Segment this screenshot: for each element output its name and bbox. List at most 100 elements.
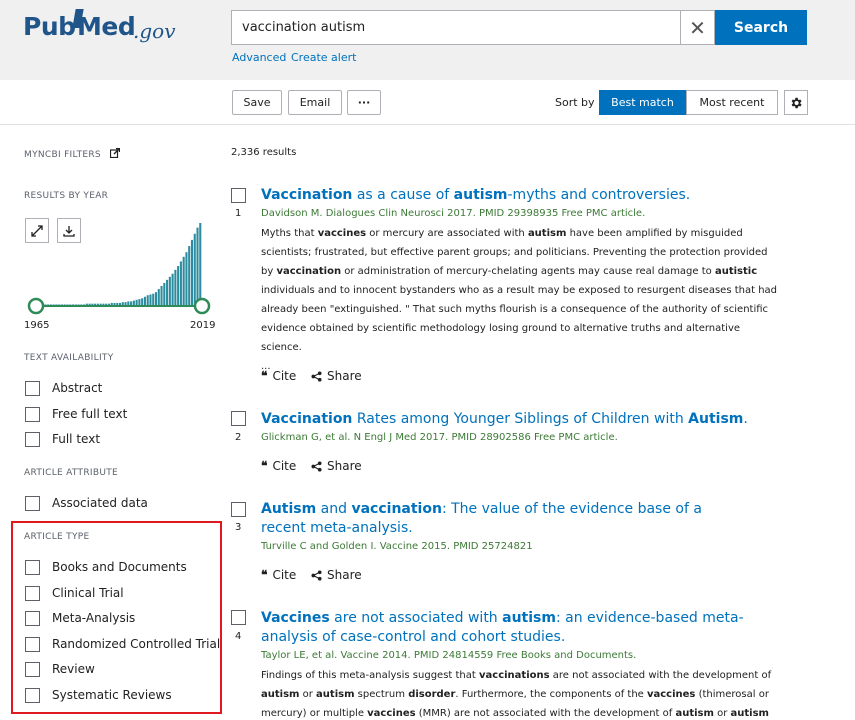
histogram-bar[interactable] [190, 239, 193, 306]
result-checkbox[interactable] [231, 411, 246, 426]
results-by-year-histogram[interactable] [24, 215, 214, 315]
result-title-link[interactable]: Autism and vaccination: The value of the… [261, 500, 751, 538]
external-link-icon [110, 147, 121, 159]
histogram-bar[interactable] [152, 293, 155, 306]
histogram-bar[interactable] [179, 261, 182, 306]
histogram-bar[interactable] [160, 286, 163, 306]
logo-gov-text: .gov [133, 19, 176, 43]
year-start-label: 1965 [24, 320, 50, 331]
result-citation: Glickman G, et al. N Engl J Med 2017. PM… [261, 432, 618, 443]
filter-associated-data[interactable]: Associated data [25, 495, 148, 511]
share-button[interactable]: Share [311, 369, 362, 383]
checkbox[interactable] [25, 380, 40, 396]
cite-button[interactable]: ❝ Cite [261, 568, 296, 582]
histogram-bar[interactable] [171, 273, 174, 306]
histogram-bar[interactable] [141, 298, 144, 306]
checkbox[interactable] [25, 687, 40, 703]
histogram-bar[interactable] [154, 292, 158, 306]
result-checkbox[interactable] [231, 188, 246, 203]
filter-meta-analysis[interactable]: Meta-Analysis [25, 610, 135, 626]
results-count: 2,336 results [231, 147, 297, 158]
histogram-bar[interactable] [177, 266, 180, 306]
result-checkbox[interactable] [231, 610, 246, 625]
share-button[interactable]: Share [311, 459, 362, 473]
checkbox[interactable] [25, 559, 40, 575]
year-end-label: 2019 [190, 320, 216, 331]
close-icon: ✕ [689, 15, 706, 40]
histogram-bar[interactable] [168, 276, 171, 306]
checkbox[interactable] [25, 495, 40, 511]
year-range-start-handle[interactable] [27, 297, 45, 315]
histogram-bar[interactable] [196, 227, 199, 306]
filter-randomized-controlled-trial[interactable]: Randomized Controlled Trial [25, 636, 220, 652]
email-button[interactable]: Email [288, 90, 342, 115]
histogram-bar[interactable] [143, 296, 146, 306]
checkbox[interactable] [25, 585, 40, 601]
quote-icon: ❝ [261, 459, 268, 473]
result-citation: Taylor LE, et al. Vaccine 2014. PMID 248… [261, 650, 637, 661]
result-title-link[interactable]: Vaccination as a cause of autism-myths a… [261, 186, 771, 205]
checkbox[interactable] [25, 431, 40, 447]
pubmed-logo[interactable]: Pub Med .gov [23, 9, 176, 48]
advanced-link[interactable]: Advanced [232, 51, 286, 64]
result-title-link[interactable]: Vaccines are not associated with autism:… [261, 609, 761, 647]
histogram-bar[interactable] [163, 282, 166, 306]
sort-most-recent-button[interactable]: Most recent [686, 90, 778, 115]
result-checkbox[interactable] [231, 502, 246, 517]
logo-med-text: Med [77, 12, 136, 41]
filter-free-full-text[interactable]: Free full text [25, 406, 127, 422]
histogram-bar[interactable] [149, 294, 152, 306]
histogram-bar[interactable] [199, 223, 202, 306]
histogram-bar[interactable] [157, 289, 160, 306]
histogram-bar[interactable] [185, 252, 188, 306]
result-citation: Turville C and Golden I. Vaccine 2015. P… [261, 541, 533, 552]
save-button[interactable]: Save [232, 90, 282, 115]
histogram-bar[interactable] [188, 246, 191, 306]
cite-button[interactable]: ❝ Cite [261, 369, 296, 383]
search-input[interactable] [232, 11, 678, 44]
create-alert-link[interactable]: Create alert [291, 51, 356, 64]
histogram-bar[interactable] [182, 256, 185, 306]
filter-review[interactable]: Review [25, 661, 95, 677]
result-number: 4 [235, 631, 242, 642]
histogram-bar[interactable] [193, 233, 196, 306]
share-button[interactable]: Share [311, 568, 362, 582]
gear-icon [791, 97, 802, 108]
sort-best-match-button[interactable]: Best match [599, 90, 686, 115]
more-actions-button[interactable]: ··· [347, 90, 381, 115]
checkbox[interactable] [25, 406, 40, 422]
histogram-bar[interactable] [138, 299, 141, 306]
search-box: ✕ [231, 10, 715, 45]
header-bar: Pub Med .gov ✕ Search Advanced Create al… [0, 0, 855, 80]
result-number: 3 [235, 522, 242, 533]
result-number: 2 [235, 432, 242, 443]
toolbar-divider [0, 124, 855, 125]
filter-abstract[interactable]: Abstract [25, 380, 102, 396]
clear-search-button[interactable]: ✕ [680, 11, 714, 44]
result-snippet: Myths that vaccines or mercury are assoc… [261, 228, 778, 372]
filter-clinical-trial[interactable]: Clinical Trial [25, 585, 124, 601]
quote-icon: ❝ [261, 568, 268, 582]
result-title-link[interactable]: Vaccination Rates among Younger Siblings… [261, 410, 771, 429]
logo-pub-text: Pub [23, 12, 76, 41]
filter-systematic-reviews[interactable]: Systematic Reviews [25, 687, 172, 703]
checkbox[interactable] [25, 636, 40, 652]
share-icon [311, 569, 322, 581]
result-citation: Davidson M. Dialogues Clin Neurosci 2017… [261, 208, 646, 219]
histogram-bar[interactable] [174, 269, 177, 306]
histogram-bar[interactable] [166, 279, 169, 306]
display-options-button[interactable] [784, 90, 808, 115]
myncbi-filters-label[interactable]: MYNCBI FILTERS [24, 147, 121, 160]
checkbox[interactable] [25, 661, 40, 677]
search-button[interactable]: Search [715, 10, 807, 45]
article-attribute-label: ARTICLE ATTRIBUTE [24, 468, 119, 478]
cite-button[interactable]: ❝ Cite [261, 459, 296, 473]
histogram-bar[interactable] [146, 295, 149, 306]
result-number: 1 [235, 208, 242, 219]
filter-full-text[interactable]: Full text [25, 431, 100, 447]
results-by-year-label: RESULTS BY YEAR [24, 191, 109, 201]
checkbox[interactable] [25, 610, 40, 626]
text-availability-label: TEXT AVAILABILITY [24, 353, 114, 363]
filter-books-and-documents[interactable]: Books and Documents [25, 559, 187, 575]
year-range-end-handle[interactable] [193, 297, 211, 315]
